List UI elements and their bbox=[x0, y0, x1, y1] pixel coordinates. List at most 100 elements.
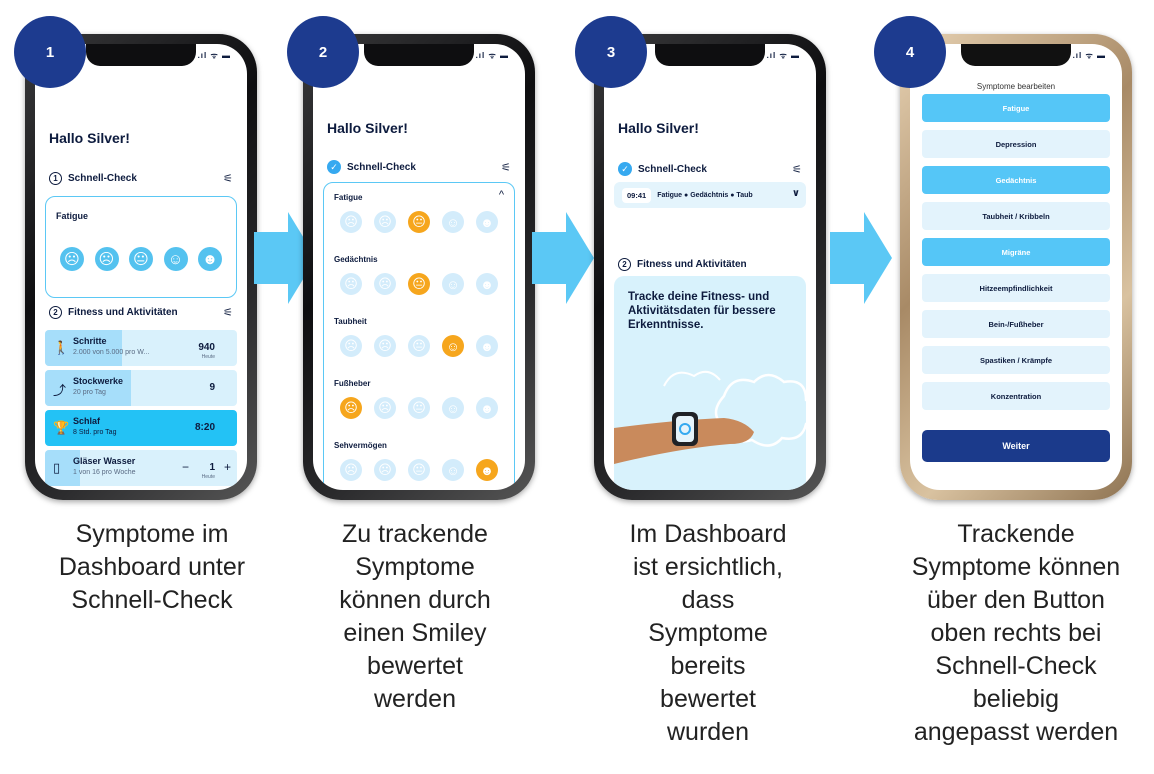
section-number-2: 2 bbox=[618, 258, 631, 271]
caption-4: Trackende Symptome können über den Butto… bbox=[911, 520, 1121, 746]
symptom-label: Fatigue bbox=[334, 193, 363, 202]
phone-2: .ıl ᯤ ▬ Hallo Silver! ✓ Schnell-Check ⚟ … bbox=[303, 34, 535, 500]
symptom-option-migraene[interactable]: Migräne bbox=[922, 238, 1110, 266]
activity-value: 8:20 bbox=[194, 422, 215, 433]
symptom-option-konzentration[interactable]: Konzentration bbox=[922, 382, 1110, 410]
section-number-1: 1 bbox=[49, 172, 62, 185]
very-happy-face-icon[interactable]: ☻ bbox=[476, 335, 498, 357]
activity-floors[interactable]: ⤴ Stockwerke 20 pro Tag 9 bbox=[45, 370, 237, 406]
symptom-summary-pill[interactable]: 09:41 Fatigue ● Gedächtnis ● Taub ∨ bbox=[614, 182, 806, 208]
neutral-face-icon[interactable]: 😐 bbox=[408, 397, 430, 419]
status-icons: .ıl ᯤ ▬ bbox=[475, 51, 509, 60]
quick-check-header: ✓ Schnell-Check ⚟ bbox=[618, 162, 802, 176]
very-sad-face-icon[interactable]: ☹ bbox=[340, 273, 362, 295]
neutral-face-icon[interactable]: 😐 bbox=[408, 335, 430, 357]
minus-button[interactable]: − bbox=[182, 460, 189, 474]
chevron-up-icon[interactable]: ^ bbox=[499, 189, 504, 201]
step-badge-2: 2 bbox=[287, 16, 359, 88]
phone-2-screen: .ıl ᯤ ▬ Hallo Silver! ✓ Schnell-Check ⚟ … bbox=[313, 44, 525, 490]
fitness-promo-card[interactable]: Tracke deine Fitness- und Aktivitätsdate… bbox=[614, 276, 806, 490]
happy-face-icon[interactable]: ☺ bbox=[163, 247, 188, 271]
arrow-3 bbox=[830, 212, 892, 304]
phone-1: .ıl ᯤ ▬ Hallo Silver! 1 Schnell-Check ⚟ … bbox=[25, 34, 257, 500]
smiley-row: ☹ ☹ 😐 ☺ ☻ bbox=[340, 211, 498, 233]
activities-header: 2 Fitness und Aktivitäten ⚟ bbox=[49, 306, 233, 319]
edit-symptoms-title: Symptome bearbeiten bbox=[976, 82, 1056, 91]
sad-face-icon[interactable]: ☹ bbox=[374, 397, 396, 419]
sad-face-icon[interactable]: ☹ bbox=[94, 247, 119, 271]
symptom-option-gedaechtnis[interactable]: Gedächtnis bbox=[922, 166, 1110, 194]
smiley-row: ☹ ☹ 😐 ☺ ☻ bbox=[340, 397, 498, 419]
phone-4: .ıl ᯤ ▬ Symptome bearbeiten Fatigue Depr… bbox=[900, 34, 1132, 500]
sad-face-icon[interactable]: ☹ bbox=[374, 459, 396, 481]
very-happy-face-icon[interactable]: ☻ bbox=[476, 211, 498, 233]
plus-button[interactable]: + bbox=[224, 460, 231, 474]
caption-1: Symptome im Dashboard unter Schnell-Chec… bbox=[58, 520, 246, 614]
symptom-label: Taubheit bbox=[334, 317, 367, 326]
step-badge-4: 4 bbox=[874, 16, 946, 88]
very-sad-face-icon[interactable]: ☹ bbox=[340, 211, 362, 233]
sad-face-icon[interactable]: ☹ bbox=[374, 273, 396, 295]
very-happy-face-icon[interactable]: ☻ bbox=[476, 273, 498, 295]
neutral-face-icon[interactable]: 😐 bbox=[408, 459, 430, 481]
happy-face-icon[interactable]: ☺ bbox=[442, 397, 464, 419]
activity-water[interactable]: ▯ Gläser Wasser 1 von 16 pro Woche − 1 H… bbox=[45, 450, 237, 486]
activity-value: 1 bbox=[209, 462, 215, 473]
activity-title: Schritte bbox=[73, 336, 107, 346]
neutral-face-icon[interactable]: 😐 bbox=[408, 273, 430, 295]
happy-face-icon[interactable]: ☺ bbox=[442, 211, 464, 233]
quick-check-header: ✓ Schnell-Check ⚟ bbox=[327, 160, 511, 174]
activities-title: Fitness und Aktivitäten bbox=[68, 307, 178, 318]
symptom-option-taubheit[interactable]: Taubheit / Kribbeln bbox=[922, 202, 1110, 230]
notch bbox=[86, 44, 196, 66]
happy-face-icon[interactable]: ☺ bbox=[442, 335, 464, 357]
symptom-option-fatigue[interactable]: Fatigue bbox=[922, 94, 1110, 122]
very-sad-face-icon[interactable]: ☹ bbox=[340, 335, 362, 357]
symptom-option-hitzeempfindlichkeit[interactable]: Hitzeempfindlichkeit bbox=[922, 274, 1110, 302]
symptom-option-fussheber[interactable]: Bein-/Fußheber bbox=[922, 310, 1110, 338]
filter-icon[interactable]: ⚟ bbox=[501, 161, 511, 174]
symptom-option-spastiken[interactable]: Spastiken / Krämpfe bbox=[922, 346, 1110, 374]
quick-check-title: Schnell-Check bbox=[68, 173, 137, 184]
weiter-button[interactable]: Weiter bbox=[922, 430, 1110, 462]
symptom-label: Gedächtnis bbox=[334, 255, 378, 264]
check-icon: ✓ bbox=[327, 160, 341, 174]
very-happy-face-icon[interactable]: ☻ bbox=[198, 247, 222, 271]
very-happy-face-icon[interactable]: ☻ bbox=[476, 459, 498, 481]
greeting: Hallo Silver! bbox=[327, 120, 408, 136]
sad-face-icon[interactable]: ☹ bbox=[374, 335, 396, 357]
very-sad-face-icon[interactable]: ☹ bbox=[340, 459, 362, 481]
symptom-option-depression[interactable]: Depression bbox=[922, 130, 1110, 158]
smiley-row: ☹ ☹ 😐 ☺ ☻ bbox=[60, 247, 222, 271]
caption-3: Im Dashboard ist ersichtlich, dass Sympt… bbox=[629, 520, 787, 746]
neutral-face-icon[interactable]: 😐 bbox=[129, 247, 153, 271]
activity-subtitle: 2.000 von 5.000 pro W... bbox=[73, 349, 150, 356]
chevron-down-icon[interactable]: ∨ bbox=[787, 188, 800, 199]
symptom-label: Fußheber bbox=[334, 379, 371, 388]
very-sad-face-icon[interactable]: ☹ bbox=[60, 247, 84, 271]
activity-sleep[interactable]: 🏆 Schlaf 8 Std. pro Tag 8:20 bbox=[45, 410, 237, 446]
quick-check-title: Schnell-Check bbox=[347, 161, 416, 173]
activity-hint: Heute bbox=[201, 354, 215, 360]
symptom-list-card: ^ Fatigue ☹ ☹ 😐 ☺ ☻ Gedächtnis ☹ ☹ 😐 ☺ ☻… bbox=[323, 182, 515, 490]
symptom-label: Sehvermögen bbox=[334, 441, 387, 450]
activity-hint: Heute bbox=[201, 474, 215, 480]
happy-face-icon[interactable]: ☺ bbox=[442, 273, 464, 295]
very-sad-face-icon[interactable]: ☹ bbox=[340, 397, 362, 419]
activity-steps[interactable]: 🚶 Schritte 2.000 von 5.000 pro W... 940 … bbox=[45, 330, 237, 366]
smartwatch-illustration bbox=[614, 370, 806, 464]
summary-time: 09:41 bbox=[622, 187, 652, 203]
happy-face-icon[interactable]: ☺ bbox=[442, 459, 464, 481]
walking-icon: 🚶 bbox=[53, 340, 70, 355]
sad-face-icon[interactable]: ☹ bbox=[374, 211, 396, 233]
neutral-face-icon[interactable]: 😐 bbox=[408, 211, 430, 233]
filter-icon[interactable]: ⚟ bbox=[792, 163, 802, 176]
very-happy-face-icon[interactable]: ☻ bbox=[476, 397, 498, 419]
activities-title: Fitness und Aktivitäten bbox=[637, 259, 747, 270]
filter-icon[interactable]: ⚟ bbox=[223, 306, 233, 319]
filter-icon[interactable]: ⚟ bbox=[223, 172, 233, 185]
quick-check-header: 1 Schnell-Check ⚟ bbox=[49, 172, 233, 185]
trophy-icon: 🏆 bbox=[53, 420, 70, 435]
activity-value: 940 bbox=[198, 342, 215, 353]
quick-check-title: Schnell-Check bbox=[638, 163, 707, 175]
